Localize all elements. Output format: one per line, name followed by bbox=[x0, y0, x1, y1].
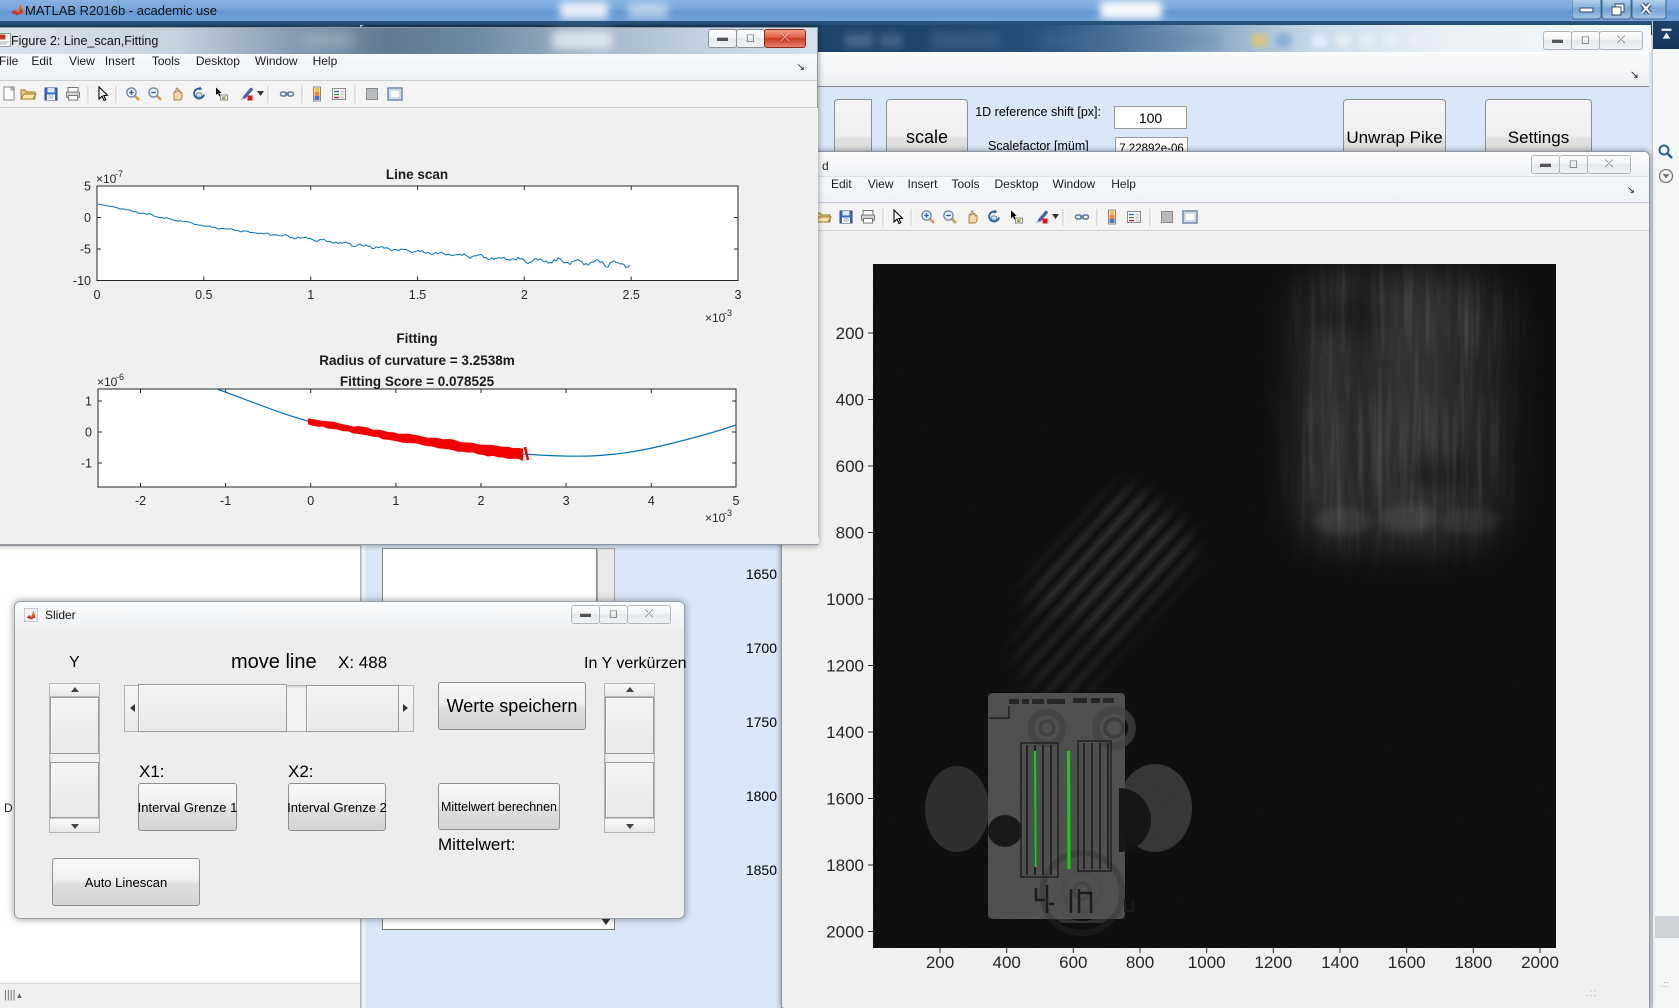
svg-text:×10: ×10 bbox=[705, 311, 726, 325]
svg-text:800: 800 bbox=[836, 524, 864, 543]
svg-text:4: 4 bbox=[648, 494, 655, 508]
svg-text:-7: -7 bbox=[115, 169, 123, 179]
svg-text:0: 0 bbox=[307, 494, 314, 508]
svg-text:200: 200 bbox=[836, 324, 864, 343]
svg-text:200: 200 bbox=[926, 953, 954, 972]
svg-text:-3: -3 bbox=[724, 508, 732, 518]
svg-text:0: 0 bbox=[94, 288, 101, 302]
svg-text:1400: 1400 bbox=[826, 723, 864, 742]
svg-text:×10: ×10 bbox=[96, 172, 117, 186]
svg-text:3: 3 bbox=[563, 494, 570, 508]
svg-text:×10: ×10 bbox=[705, 511, 726, 525]
svg-text:Fitting: Fitting bbox=[396, 331, 437, 346]
svg-text:Line scan: Line scan bbox=[386, 167, 448, 182]
svg-text:1200: 1200 bbox=[826, 657, 864, 676]
svg-text:600: 600 bbox=[836, 457, 864, 476]
svg-text:Radius of curvature = 3.2538m: Radius of curvature = 3.2538m bbox=[319, 353, 514, 368]
svg-text:1800: 1800 bbox=[826, 856, 864, 875]
svg-text:1000: 1000 bbox=[1188, 953, 1226, 972]
svg-text:2.5: 2.5 bbox=[623, 288, 640, 302]
svg-text:5: 5 bbox=[733, 494, 740, 508]
svg-text:-10: -10 bbox=[73, 274, 91, 288]
svg-text:0.5: 0.5 bbox=[195, 288, 212, 302]
svg-text:×10: ×10 bbox=[97, 375, 118, 389]
svg-text:-5: -5 bbox=[80, 243, 91, 257]
svg-text:Fitting Score = 0.078525: Fitting Score = 0.078525 bbox=[340, 374, 495, 389]
svg-text:1: 1 bbox=[85, 395, 92, 409]
svg-text:800: 800 bbox=[1126, 953, 1154, 972]
svg-text:0: 0 bbox=[85, 426, 92, 440]
svg-text:1600: 1600 bbox=[1388, 953, 1426, 972]
svg-text:5: 5 bbox=[84, 180, 91, 194]
svg-text:1: 1 bbox=[307, 288, 314, 302]
svg-text:600: 600 bbox=[1059, 953, 1087, 972]
svg-text:400: 400 bbox=[836, 391, 864, 410]
svg-text:1.5: 1.5 bbox=[409, 288, 426, 302]
svg-text:2: 2 bbox=[478, 494, 485, 508]
svg-text:1000: 1000 bbox=[826, 590, 864, 609]
svg-text:2000: 2000 bbox=[826, 923, 864, 942]
svg-text:1200: 1200 bbox=[1254, 953, 1292, 972]
svg-text:1800: 1800 bbox=[1454, 953, 1492, 972]
svg-text:-1: -1 bbox=[81, 457, 92, 471]
svg-text:3: 3 bbox=[735, 288, 742, 302]
svg-text:2000: 2000 bbox=[1521, 953, 1559, 972]
svg-text:1400: 1400 bbox=[1321, 953, 1359, 972]
svg-text:1600: 1600 bbox=[826, 790, 864, 809]
svg-text:-1: -1 bbox=[220, 494, 231, 508]
svg-text:400: 400 bbox=[993, 953, 1021, 972]
svg-text:-6: -6 bbox=[116, 372, 124, 382]
svg-text:-2: -2 bbox=[135, 494, 146, 508]
svg-text:1: 1 bbox=[392, 494, 399, 508]
svg-text:2: 2 bbox=[521, 288, 528, 302]
svg-text:0: 0 bbox=[84, 211, 91, 225]
svg-text:-3: -3 bbox=[724, 308, 732, 318]
